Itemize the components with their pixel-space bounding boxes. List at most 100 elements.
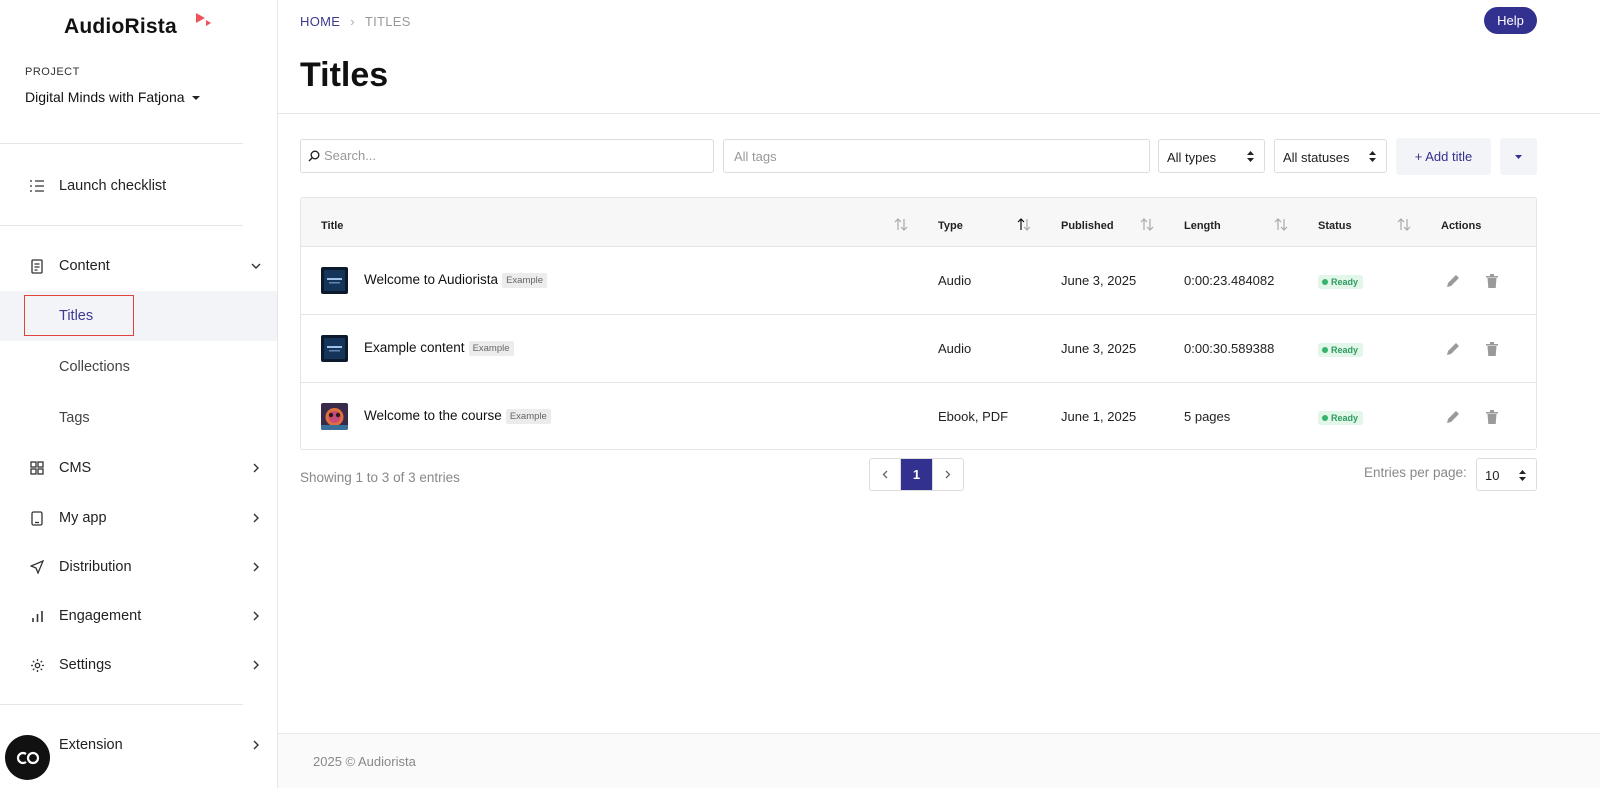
select-arrows-icon bbox=[1247, 151, 1254, 162]
title-text: Welcome to Audiorista bbox=[364, 272, 499, 287]
checklist-icon bbox=[28, 177, 46, 195]
status-text: Ready bbox=[1331, 413, 1359, 423]
add-title-dropdown-button[interactable] bbox=[1500, 138, 1537, 175]
sidebar-item-cms[interactable]: CMS bbox=[0, 444, 277, 492]
type-filter-select[interactable]: All types bbox=[1158, 139, 1265, 173]
type-cell: Audio bbox=[938, 273, 972, 288]
example-badge: Example bbox=[468, 341, 514, 356]
app-logo[interactable]: AudioRista bbox=[64, 15, 177, 39]
column-header-length[interactable]: Length bbox=[1184, 220, 1221, 232]
status-dot-icon bbox=[1322, 279, 1328, 285]
published-cell: June 3, 2025 bbox=[1061, 341, 1137, 356]
gear-icon bbox=[28, 656, 46, 674]
project-selector[interactable]: Digital Minds with Fatjona bbox=[25, 89, 200, 105]
edit-icon[interactable] bbox=[1445, 273, 1461, 289]
chevron-right-icon bbox=[945, 470, 951, 479]
chevron-right-icon bbox=[251, 562, 261, 572]
type-cell: Audio bbox=[938, 341, 972, 356]
status-filter-select[interactable]: All statuses bbox=[1274, 139, 1387, 173]
select-arrows-icon bbox=[1369, 151, 1376, 162]
chevron-down-icon bbox=[251, 261, 261, 271]
title-text: Example content bbox=[364, 340, 465, 355]
breadcrumb-home[interactable]: HOME bbox=[300, 14, 340, 29]
sidebar-item-engagement[interactable]: Engagement bbox=[0, 592, 277, 640]
search-input[interactable] bbox=[324, 148, 694, 163]
column-header-status[interactable]: Status bbox=[1318, 220, 1352, 232]
chat-widget-button[interactable] bbox=[5, 735, 50, 780]
type-cell: Ebook, PDF bbox=[938, 409, 1009, 424]
entries-per-page-value: 10 bbox=[1485, 468, 1500, 483]
example-badge: Example bbox=[502, 273, 548, 288]
caret-down-icon bbox=[191, 96, 200, 101]
chevron-right-icon bbox=[251, 740, 261, 750]
column-header-published[interactable]: Published bbox=[1061, 220, 1114, 232]
status-dot-icon bbox=[1322, 415, 1328, 421]
trash-icon[interactable] bbox=[1485, 409, 1499, 425]
status-badge: Ready bbox=[1318, 411, 1364, 425]
example-badge: Example bbox=[505, 409, 551, 424]
sidebar-item-label: Launch checklist bbox=[59, 178, 167, 194]
sidebar-subitem-tags[interactable]: Tags bbox=[0, 393, 277, 443]
column-header-actions: Actions bbox=[1441, 220, 1482, 232]
add-title-button[interactable]: + Add title bbox=[1396, 138, 1491, 175]
table-row[interactable]: Welcome to the course Example Ebook, PDF … bbox=[301, 383, 1536, 451]
chevron-right-icon bbox=[251, 513, 261, 523]
sidebar-item-label: Engagement bbox=[59, 608, 142, 624]
length-cell: 0:00:30.589388 bbox=[1184, 341, 1275, 356]
sidebar-item-content[interactable]: Content bbox=[0, 242, 277, 290]
footer: 2025 © Audiorista bbox=[278, 734, 1600, 788]
next-page-button[interactable] bbox=[932, 459, 963, 490]
published-cell: June 1, 2025 bbox=[1061, 409, 1137, 424]
sort-icon[interactable] bbox=[1274, 218, 1288, 231]
entries-summary: Showing 1 to 3 of 3 entries bbox=[300, 470, 460, 485]
header-divider bbox=[278, 113, 1600, 114]
previous-page-button[interactable] bbox=[870, 459, 901, 490]
highlight-box bbox=[24, 295, 134, 336]
chevron-right-icon bbox=[251, 660, 261, 670]
title-thumbnail bbox=[321, 267, 348, 294]
sidebar-item-launch-checklist[interactable]: Launch checklist bbox=[0, 162, 277, 210]
sidebar-item-label: My app bbox=[59, 510, 107, 526]
edit-icon[interactable] bbox=[1445, 341, 1461, 357]
status-dot-icon bbox=[1322, 347, 1328, 353]
edit-icon[interactable] bbox=[1445, 409, 1461, 425]
entries-per-page-select[interactable]: 10 bbox=[1476, 458, 1537, 491]
column-header-type[interactable]: Type bbox=[938, 220, 963, 232]
length-cell: 5 pages bbox=[1184, 409, 1231, 424]
page-title: Titles bbox=[300, 56, 389, 94]
search-box bbox=[300, 139, 714, 173]
trash-icon[interactable] bbox=[1485, 341, 1499, 357]
title-cell[interactable]: Welcome to the course Example bbox=[364, 408, 551, 424]
sort-icon[interactable] bbox=[894, 218, 908, 231]
sidebar-item-my-app[interactable]: My app bbox=[0, 494, 277, 542]
tags-filter-input[interactable]: All tags bbox=[723, 139, 1150, 173]
title-cell[interactable]: Example content Example bbox=[364, 340, 514, 356]
send-icon bbox=[28, 558, 46, 576]
logo-play-icon bbox=[196, 13, 211, 26]
page-button-current[interactable]: 1 bbox=[901, 459, 932, 490]
sidebar-subitem-collections[interactable]: Collections bbox=[0, 342, 277, 392]
status-text: Ready bbox=[1331, 277, 1359, 287]
table-row[interactable]: Welcome to Audiorista Example Audio June … bbox=[301, 247, 1536, 315]
sort-icon[interactable] bbox=[1397, 218, 1411, 231]
breadcrumb-current: TITLES bbox=[364, 14, 411, 29]
title-cell[interactable]: Welcome to Audiorista Example bbox=[364, 272, 548, 288]
trash-icon[interactable] bbox=[1485, 273, 1499, 289]
column-header-title[interactable]: Title bbox=[321, 220, 343, 232]
breadcrumb: HOME › TITLES bbox=[300, 14, 411, 29]
grid-icon bbox=[28, 459, 46, 477]
help-button[interactable]: Help bbox=[1484, 7, 1537, 34]
search-icon bbox=[308, 150, 320, 162]
footer-copyright: 2025 © Audiorista bbox=[313, 754, 416, 769]
published-cell: June 3, 2025 bbox=[1061, 273, 1137, 288]
co-logo-icon bbox=[16, 751, 39, 764]
sidebar-item-distribution[interactable]: Distribution bbox=[0, 543, 277, 591]
bar-chart-icon bbox=[28, 607, 46, 625]
sort-ascending-icon[interactable] bbox=[1017, 218, 1031, 231]
type-filter-value: All types bbox=[1167, 150, 1217, 165]
sort-icon[interactable] bbox=[1140, 218, 1154, 231]
table-row[interactable]: Example content Example Audio June 3, 202… bbox=[301, 315, 1536, 383]
sidebar-item-settings[interactable]: Settings bbox=[0, 641, 277, 689]
sidebar-item-label: Distribution bbox=[59, 559, 132, 575]
project-name: Digital Minds with Fatjona bbox=[25, 89, 185, 105]
